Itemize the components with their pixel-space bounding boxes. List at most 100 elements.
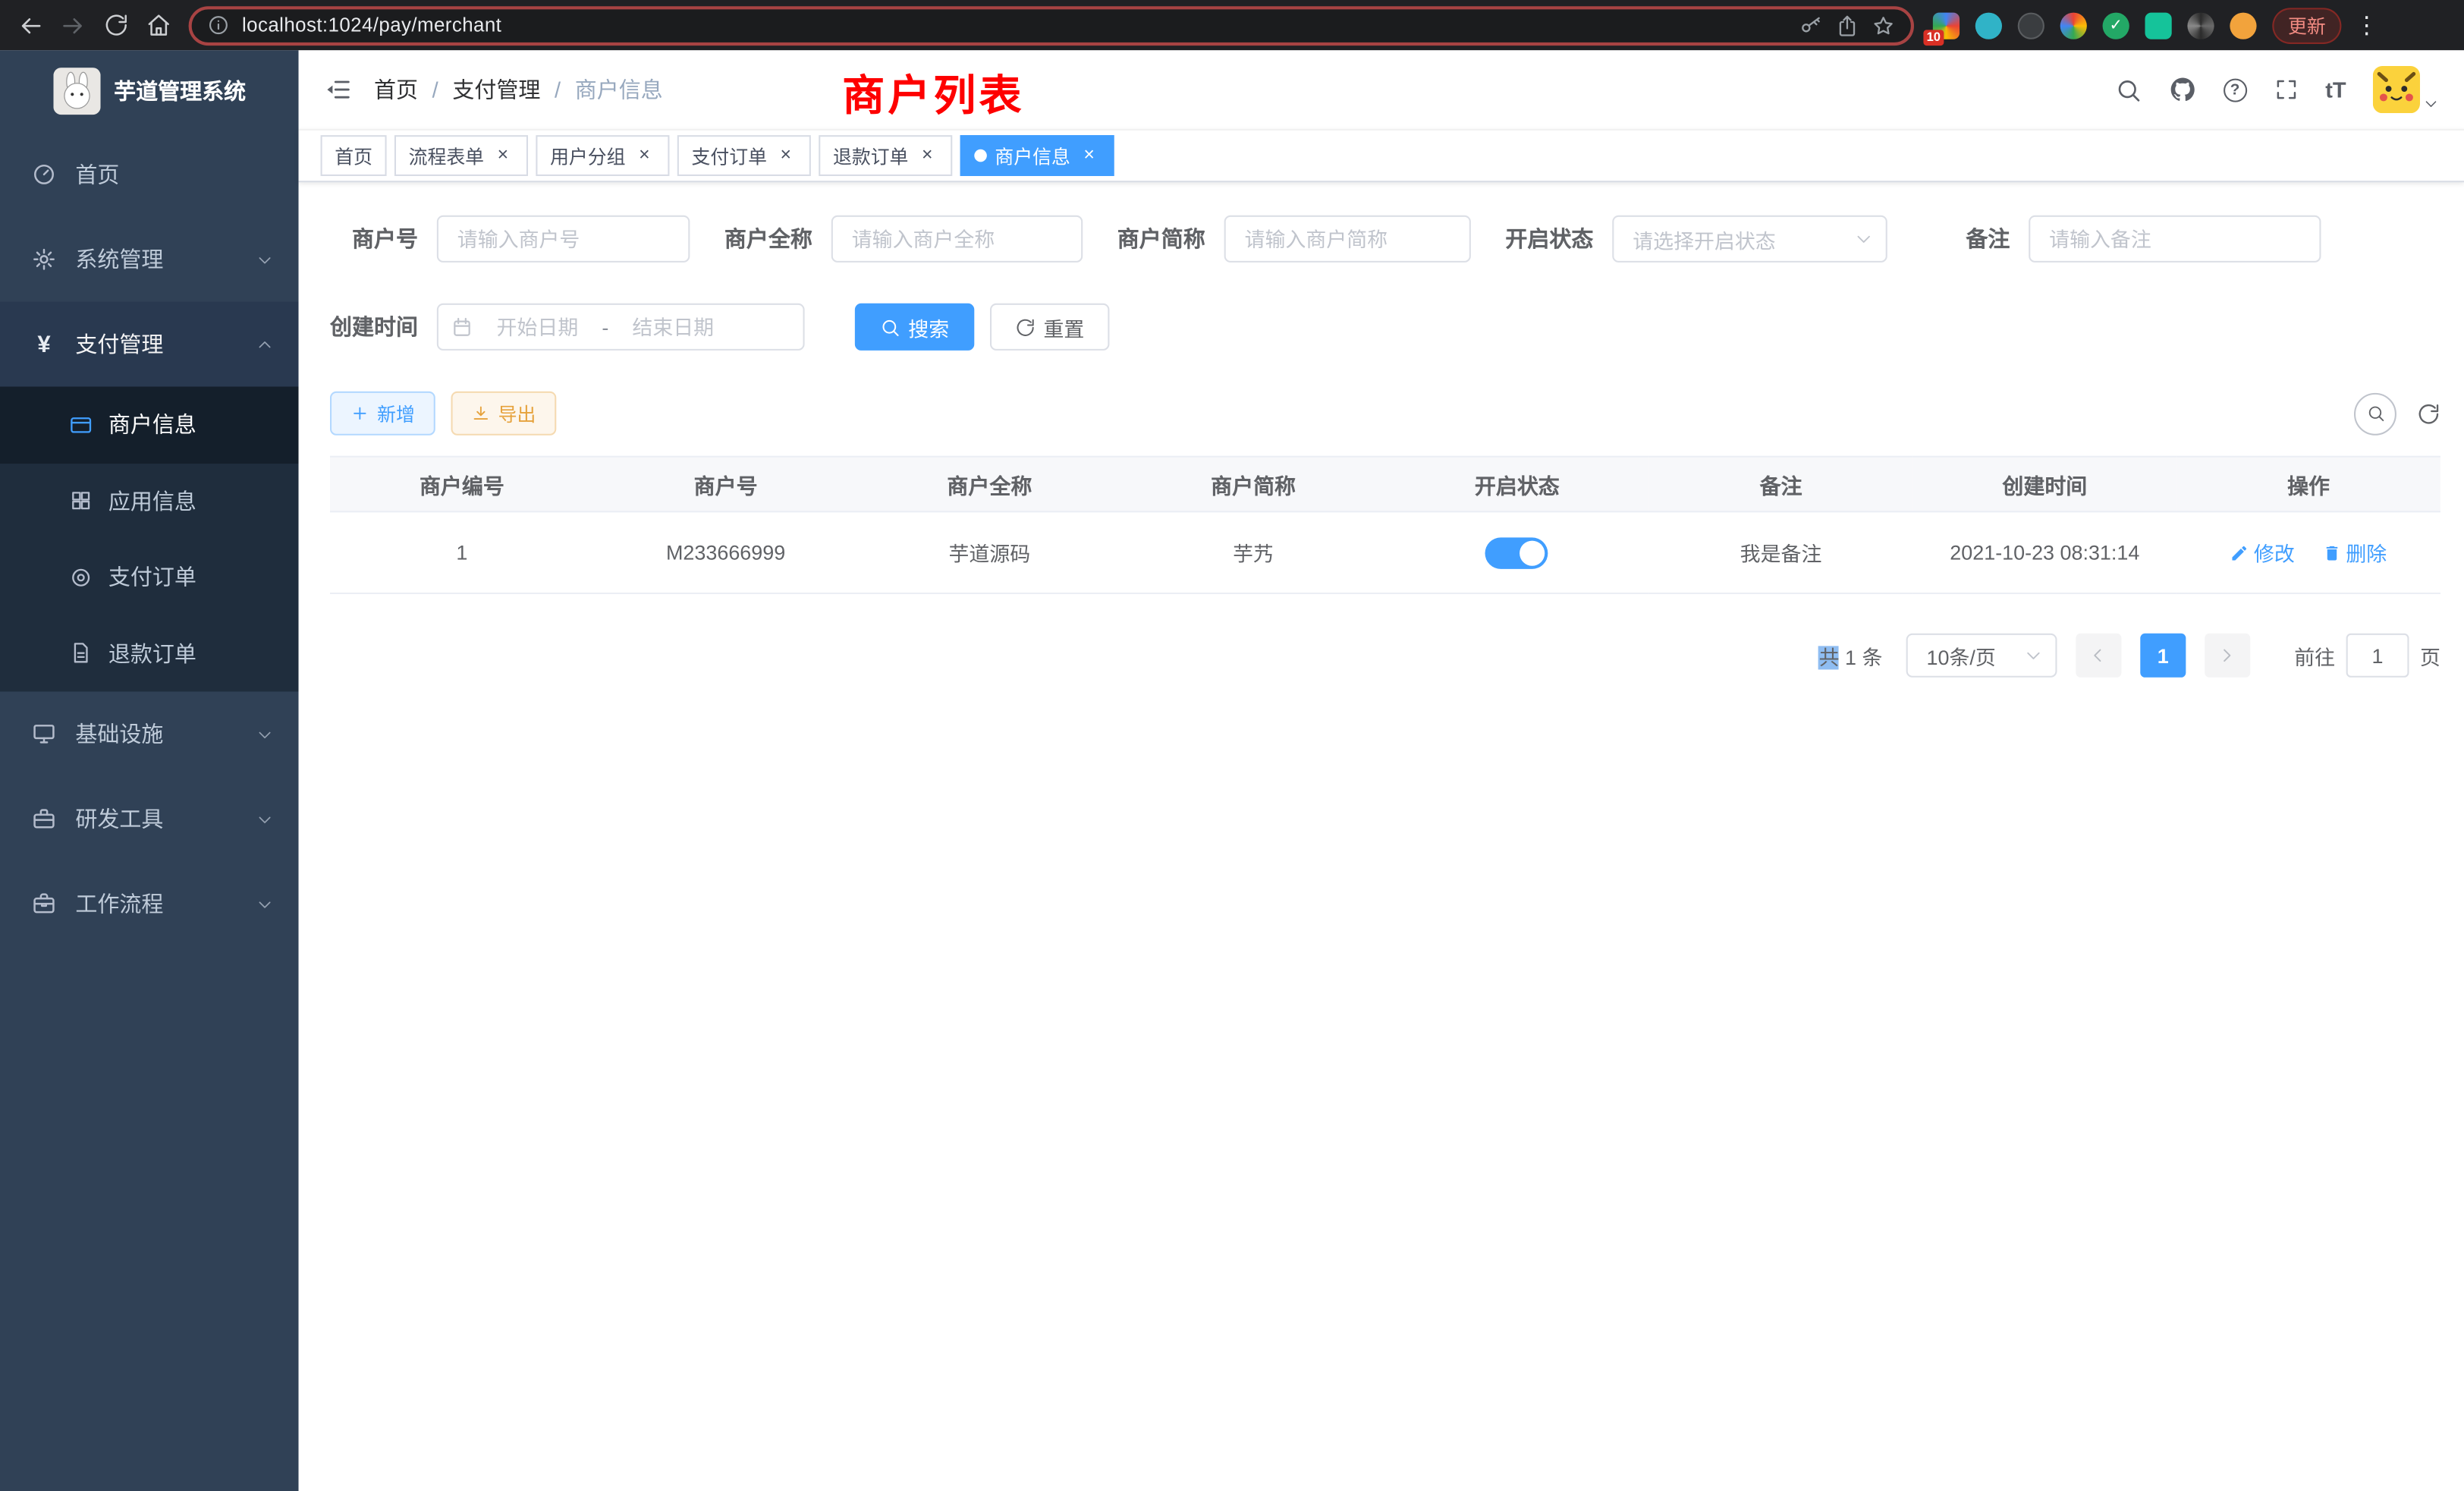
sidebar-item-workflow[interactable]: 工作流程 (0, 861, 299, 946)
status-toggle[interactable] (1485, 536, 1548, 568)
breadcrumb-payment[interactable]: 支付管理 (452, 74, 540, 105)
main-area: 首页 / 支付管理 / 商户信息 ? (299, 50, 2464, 1490)
sidebar-subitem-label: 退款订单 (108, 637, 196, 668)
bookmark-star-icon[interactable] (1872, 14, 1895, 37)
close-icon[interactable]: × (492, 145, 514, 167)
total-suffix: 条 (1862, 645, 1883, 668)
create-time-label: 创建时间 (330, 311, 437, 342)
profile-avatar-icon[interactable] (2230, 12, 2256, 39)
page-size-value: 10条/页 (1927, 640, 2024, 670)
filter-row-1: 商户号 商户全称 商户简称 开启状态 请选择开启状态 (330, 215, 2440, 263)
close-icon[interactable]: × (633, 145, 655, 167)
cell-status (1385, 511, 1649, 593)
url-text: localhost:1024/pay/merchant (242, 14, 1787, 36)
tab-user-group[interactable]: 用户分组 × (536, 135, 669, 176)
reset-button[interactable]: 重置 (990, 304, 1109, 351)
extension-icon-4[interactable] (2060, 12, 2087, 39)
dashboard-icon (31, 162, 56, 187)
tab-label: 用户分组 (550, 142, 625, 168)
tab-home[interactable]: 首页 (321, 135, 387, 176)
cell-actions: 修改 删除 (2176, 511, 2440, 593)
next-page-button[interactable] (2205, 634, 2250, 678)
extension-icon-5[interactable]: ✓ (2103, 12, 2129, 39)
help-button[interactable]: ? (2224, 78, 2247, 102)
page-button-1[interactable]: 1 (2140, 634, 2186, 678)
end-date-input[interactable] (611, 315, 734, 338)
chevron-right-icon (2218, 646, 2237, 665)
table-refresh-button[interactable] (2417, 401, 2440, 425)
goto-page-input[interactable] (2346, 634, 2409, 678)
close-icon[interactable]: × (1078, 145, 1100, 167)
page-annotation: 商户列表 (842, 61, 1024, 123)
sidebar-item-infrastructure[interactable]: 基础设施 (0, 691, 299, 776)
sidebar-logo[interactable]: 芋道管理系统 (0, 50, 299, 132)
tab-process-form[interactable]: 流程表单 × (394, 135, 528, 176)
short-name-input[interactable] (1224, 215, 1471, 263)
check-icon: ✓ (2109, 17, 2122, 34)
chevron-down-icon (256, 810, 274, 828)
sidebar-item-payment[interactable]: ¥ 支付管理 (0, 302, 299, 387)
sidebar-item-label: 基础设施 (75, 719, 163, 750)
tab-refund-order[interactable]: 退款订单 × (819, 135, 952, 176)
user-menu[interactable] (2373, 66, 2439, 113)
sidebar-item-dashboard[interactable]: 首页 (0, 132, 299, 217)
status-select[interactable]: 请选择开启状态 (1612, 215, 1887, 263)
chevron-up-icon (256, 335, 274, 353)
url-bar[interactable]: localhost:1024/pay/merchant (189, 5, 1914, 45)
start-date-input[interactable] (476, 315, 599, 338)
col-remark: 备注 (1649, 457, 1913, 512)
chevron-down-icon (256, 250, 274, 268)
breadcrumb-home[interactable]: 首页 (374, 74, 418, 105)
edit-link[interactable]: 修改 (2230, 537, 2295, 567)
extension-icon-3[interactable] (2018, 12, 2044, 39)
date-range-picker[interactable]: - (437, 304, 805, 351)
remark-input[interactable] (2029, 215, 2321, 263)
tab-payment-order[interactable]: 支付订单 × (677, 135, 811, 176)
prev-page-button[interactable] (2076, 634, 2121, 678)
share-icon[interactable] (1835, 14, 1859, 37)
sidebar-item-system[interactable]: 系统管理 (0, 217, 299, 302)
fullscreen-button[interactable] (2274, 77, 2299, 102)
extension-icon-6[interactable] (2145, 12, 2172, 39)
filter-short-name: 商户简称 (1117, 215, 1471, 263)
export-button[interactable]: 导出 (451, 392, 557, 436)
close-icon[interactable]: × (775, 145, 797, 167)
search-button[interactable]: 搜索 (855, 304, 974, 351)
short-name-label: 商户简称 (1117, 223, 1224, 254)
extension-icon-2[interactable] (1975, 12, 2002, 39)
home-icon (146, 13, 171, 38)
search-toggle-button[interactable] (2354, 392, 2396, 435)
forward-button[interactable] (52, 4, 94, 46)
table-right-tools (2354, 392, 2440, 435)
github-link-button[interactable] (2168, 75, 2196, 103)
browser-menu-button[interactable]: ⋮ (2354, 11, 2379, 39)
sidebar-subitem-payment-order[interactable]: 支付订单 (0, 539, 299, 615)
add-button[interactable]: 新增 (330, 392, 435, 436)
header-search-button[interactable] (2115, 76, 2142, 102)
sidebar-subitem-merchant-info[interactable]: 商户信息 (0, 387, 299, 463)
extension-icon-7[interactable] (2187, 12, 2214, 39)
browser-home-button[interactable] (137, 4, 179, 46)
font-size-button[interactable]: tT (2325, 77, 2346, 102)
back-button[interactable] (9, 4, 52, 46)
col-create-time: 创建时间 (1912, 457, 2176, 512)
tab-merchant-info[interactable]: 商户信息 × (960, 135, 1114, 176)
extension-icon-1[interactable]: 10 (1933, 12, 1960, 39)
gear-icon (31, 247, 56, 272)
reload-button[interactable] (94, 4, 137, 46)
sidebar-item-devtools[interactable]: 研发工具 (0, 776, 299, 861)
sidebar-subitem-refund-order[interactable]: 退款订单 (0, 615, 299, 691)
page-size-select[interactable]: 10条/页 (1906, 634, 2057, 678)
browser-update-button[interactable]: 更新 (2272, 7, 2341, 43)
key-icon[interactable] (1799, 14, 1823, 37)
fold-menu-button[interactable] (324, 75, 352, 103)
add-button-label: 新增 (377, 400, 415, 426)
user-avatar (2373, 66, 2420, 113)
sidebar-subitem-app-info[interactable]: 应用信息 (0, 463, 299, 539)
merchant-no-input[interactable] (437, 215, 690, 263)
date-range-separator: - (599, 315, 611, 338)
col-merchant-id: 商户编号 (330, 457, 594, 512)
delete-link[interactable]: 删除 (2322, 537, 2387, 567)
close-icon[interactable]: × (916, 145, 938, 167)
full-name-input[interactable] (831, 215, 1083, 263)
